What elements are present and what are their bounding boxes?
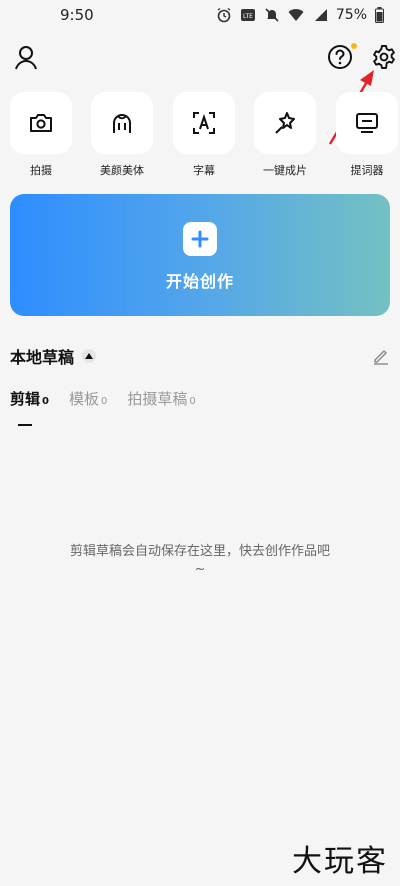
gear-icon: [373, 45, 395, 69]
mute-icon: [265, 8, 279, 22]
tab-count: 0: [42, 396, 49, 407]
tool-tile[interactable]: [254, 92, 316, 154]
battery-icon: [375, 7, 384, 23]
tool-tile[interactable]: [10, 92, 72, 154]
question-icon: [328, 45, 352, 69]
tool-label: 字幕: [193, 164, 215, 177]
start-create-button[interactable]: 开始创作: [10, 194, 390, 316]
tool-label: 提词器: [350, 164, 384, 177]
tool-label: 一键成片: [263, 164, 307, 177]
battery-percent: 75%: [335, 7, 367, 23]
tab-count: 0: [189, 396, 196, 407]
tab-label: 模板: [68, 390, 99, 408]
empty-message: 剪辑草稿会自动保存在这里，快去创作作品吧: [69, 544, 330, 559]
beauty-icon: [113, 114, 131, 133]
tool-shoot[interactable]: 拍摄: [10, 92, 72, 178]
tab-edit[interactable]: 剪辑 0: [10, 388, 49, 426]
camera-icon: [30, 114, 52, 132]
status-bar: 9:50 LTE 75%: [0, 0, 400, 30]
magic-icon: [275, 112, 295, 134]
profile-button[interactable]: [12, 42, 40, 72]
svg-text:LTE: LTE: [243, 13, 253, 20]
tool-tile[interactable]: [91, 92, 153, 154]
tool-beauty[interactable]: 美颜美体: [91, 92, 153, 178]
drafts-tabs: 剪辑 0 模板 0 拍摄草稿 0: [10, 388, 196, 426]
tab-label: 拍摄草稿: [127, 390, 188, 408]
edit-drafts-button[interactable]: [372, 347, 390, 365]
tab-label: 剪辑: [10, 390, 41, 408]
tab-count: 0: [101, 396, 108, 407]
person-icon: [15, 46, 37, 70]
plus-icon: [183, 222, 217, 256]
settings-button[interactable]: [369, 42, 399, 72]
tool-subtitle[interactable]: 字幕: [173, 92, 235, 178]
teleprompter-icon: [356, 113, 378, 133]
watermark: 大玩客: [292, 844, 388, 879]
drafts-title: 本地草稿: [10, 348, 75, 367]
top-bar: [0, 40, 400, 76]
caret-up-icon: [85, 353, 94, 359]
status-icons: LTE 75%: [216, 7, 384, 23]
tool-teleprompter[interactable]: 提词器: [336, 92, 398, 178]
wifi-icon: [288, 9, 304, 21]
tool-tile[interactable]: [173, 92, 235, 154]
signal-4g-icon: [314, 9, 327, 21]
tool-label: 拍摄: [30, 164, 52, 177]
tool-tile[interactable]: [336, 92, 398, 154]
pencil-icon: [374, 350, 388, 365]
subtitle-icon: [193, 112, 215, 134]
collapse-toggle[interactable]: [82, 349, 97, 363]
drafts-header: 本地草稿: [10, 344, 390, 368]
help-button[interactable]: [325, 42, 357, 72]
empty-tilde: ~: [194, 562, 206, 577]
tab-template[interactable]: 模板 0: [69, 388, 107, 418]
tool-one-click[interactable]: 一键成片: [254, 92, 316, 178]
notification-dot: [351, 43, 357, 49]
start-create-label: 开始创作: [165, 272, 234, 291]
empty-state: 剪辑草稿会自动保存在这里，快去创作作品吧 ~: [0, 543, 400, 579]
volte-icon: LTE: [240, 9, 255, 21]
tool-strip: 拍摄 美颜美体 字幕 一键成片 提词器: [0, 92, 400, 182]
status-time: 9:50: [60, 6, 94, 24]
tab-shoot-drafts[interactable]: 拍摄草稿 0: [127, 388, 195, 418]
alarm-icon: [217, 7, 231, 23]
tool-label: 美颜美体: [100, 164, 144, 177]
